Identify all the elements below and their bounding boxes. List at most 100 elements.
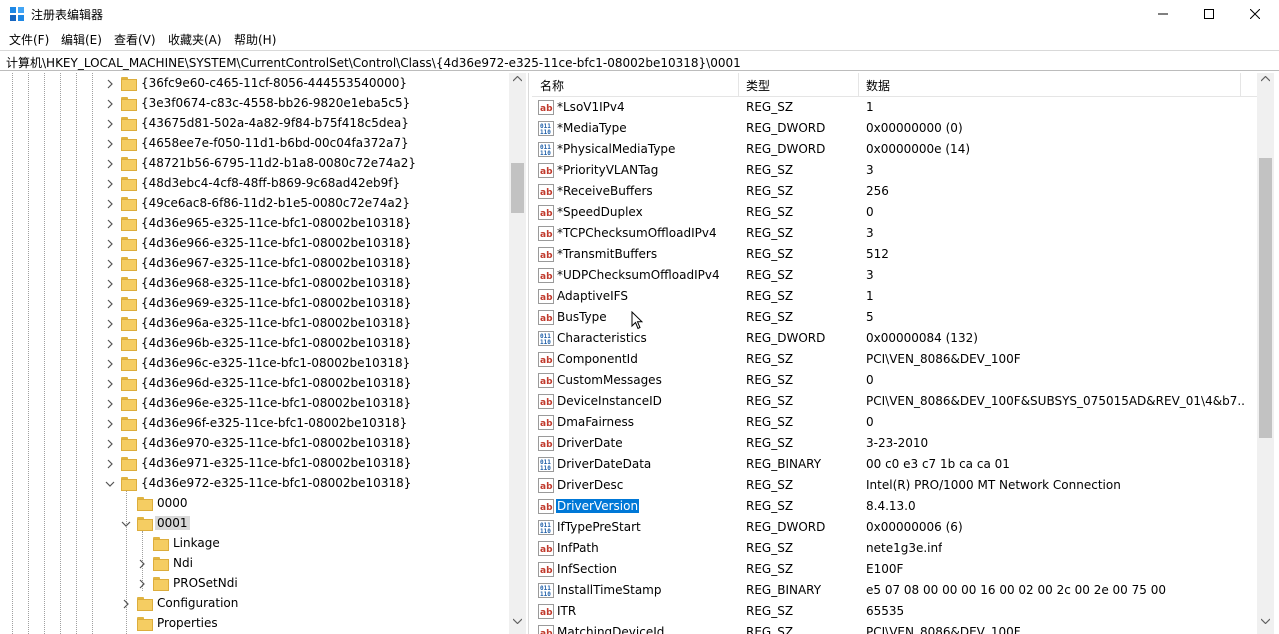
tree-key-label[interactable]: {4d36e96b-e325-11ce-bfc1-08002be10318} — [139, 336, 413, 350]
chevron-right-icon[interactable] — [105, 399, 115, 409]
chevron-right-icon[interactable] — [105, 99, 115, 109]
tree-key-label[interactable]: {4d36e970-e325-11ce-bfc1-08002be10318} — [139, 436, 413, 450]
column-divider[interactable] — [858, 73, 859, 97]
value-name[interactable]: *SpeedDuplex — [556, 205, 644, 219]
tree-key[interactable]: {49ce6ac8-6f86-11d2-b1e5-0080c72e74a2} — [0, 194, 505, 214]
scroll-up-icon[interactable] — [513, 76, 522, 82]
tree-key[interactable]: {4d36e965-e325-11ce-bfc1-08002be10318} — [0, 214, 505, 234]
chevron-down-icon[interactable] — [105, 479, 115, 489]
tree-key-label[interactable]: {4d36e96a-e325-11ce-bfc1-08002be10318} — [139, 316, 413, 330]
value-name[interactable]: *TCPChecksumOffloadIPv4 — [556, 226, 718, 240]
tree-key[interactable]: {4d36e966-e325-11ce-bfc1-08002be10318} — [0, 234, 505, 254]
menu-file[interactable]: 文件(F) — [9, 31, 49, 48]
value-name[interactable]: IfTypePreStart — [556, 520, 642, 534]
value-name[interactable]: DeviceInstanceID — [556, 394, 663, 408]
column-header-name[interactable]: 名称 — [540, 77, 564, 94]
value-row[interactable]: ab DriverVersion REG_SZ 8.4.13.0 — [532, 496, 1257, 517]
tree-key-label[interactable]: {4d36e971-e325-11ce-bfc1-08002be10318} — [139, 456, 413, 470]
tree-key-label[interactable]: {4d36e965-e325-11ce-bfc1-08002be10318} — [139, 216, 413, 230]
tree-subkey[interactable]: Configuration — [0, 594, 505, 614]
tree-key[interactable]: {4d36e968-e325-11ce-bfc1-08002be10318} — [0, 274, 505, 294]
value-row[interactable]: ab DriverDesc REG_SZ Intel(R) PRO/1000 MT N… — [532, 475, 1257, 496]
column-header-type[interactable]: 类型 — [746, 77, 770, 94]
chevron-right-icon[interactable] — [105, 79, 115, 89]
tree-key[interactable]: {4d36e96a-e325-11ce-bfc1-08002be10318} — [0, 314, 505, 334]
address-bar[interactable]: 计算机\HKEY_LOCAL_MACHINE\SYSTEM\CurrentCon… — [0, 50, 1279, 71]
value-row[interactable]: ab ComponentId REG_SZ PCI\VEN_8086&DEV_100F — [532, 349, 1257, 370]
chevron-right-icon[interactable] — [105, 299, 115, 309]
value-row[interactable]: 011 110 *MediaType REG_DWORD 0x00000000 (0) — [532, 118, 1257, 139]
chevron-right-icon[interactable] — [105, 279, 115, 289]
value-row[interactable]: ab DeviceInstanceID REG_SZ PCI\VEN_8086&DEV… — [532, 391, 1257, 412]
value-name[interactable]: ComponentId — [556, 352, 639, 366]
scroll-up-icon[interactable] — [1261, 76, 1270, 82]
tree-key[interactable]: {3e3f0674-c83c-4558-bb26-9820e1eba5c5} — [0, 94, 505, 114]
tree-key-label[interactable]: {4d36e96e-e325-11ce-bfc1-08002be10318} — [139, 396, 413, 410]
value-name[interactable]: ITR — [556, 604, 577, 618]
value-row[interactable]: ab *SpeedDuplex REG_SZ 0 — [532, 202, 1257, 223]
value-row[interactable]: ab *PriorityVLANTag REG_SZ 3 — [532, 160, 1257, 181]
tree-key-label[interactable]: Linkage — [171, 536, 222, 550]
value-name[interactable]: *PriorityVLANTag — [556, 163, 659, 177]
address-path[interactable]: 计算机\HKEY_LOCAL_MACHINE\SYSTEM\CurrentCon… — [6, 54, 741, 71]
tree-subkey[interactable]: 0001 — [0, 514, 505, 534]
chevron-right-icon[interactable] — [137, 559, 147, 569]
tree-key[interactable]: {4658ee7e-f050-11d1-b6bd-00c04fa372a7} — [0, 134, 505, 154]
value-row[interactable]: 011 110 *PhysicalMediaType REG_DWORD 0x00000… — [532, 139, 1257, 160]
tree-subkey[interactable]: Properties — [0, 614, 505, 634]
value-row[interactable]: ab InfPath REG_SZ nete1g3e.inf — [532, 538, 1257, 559]
chevron-right-icon[interactable] — [105, 339, 115, 349]
value-row[interactable]: ab *ReceiveBuffers REG_SZ 256 — [532, 181, 1257, 202]
value-name[interactable]: *TransmitBuffers — [556, 247, 658, 261]
tree-key[interactable]: {4d36e971-e325-11ce-bfc1-08002be10318} — [0, 454, 505, 474]
chevron-right-icon[interactable] — [105, 379, 115, 389]
tree-key[interactable]: {4d36e96f-e325-11ce-bfc1-08002be10318} — [0, 414, 505, 434]
tree-key-label[interactable]: {4d36e966-e325-11ce-bfc1-08002be10318} — [139, 236, 413, 250]
value-name[interactable]: CustomMessages — [556, 373, 663, 387]
tree-key-label[interactable]: {4658ee7e-f050-11d1-b6bd-00c04fa372a7} — [139, 136, 411, 150]
value-name[interactable]: DriverDateData — [556, 457, 652, 471]
chevron-right-icon[interactable] — [105, 119, 115, 129]
value-name[interactable]: DriverVersion — [554, 498, 641, 514]
value-row[interactable]: ab InfSection REG_SZ E100F — [532, 559, 1257, 580]
tree-child-key[interactable]: Ndi — [0, 554, 505, 574]
tree-key-label[interactable]: 0000 — [155, 496, 190, 510]
value-name[interactable]: InfPath — [556, 541, 600, 555]
value-name[interactable]: *MediaType — [556, 121, 628, 135]
value-row[interactable]: ab AdaptiveIFS REG_SZ 1 — [532, 286, 1257, 307]
tree-key[interactable]: {48721b56-6795-11d2-b1a8-0080c72e74a2} — [0, 154, 505, 174]
tree-key-label[interactable]: {43675d81-502a-4a82-9f84-b75f418c5dea} — [139, 116, 411, 130]
value-name[interactable]: BusType — [556, 310, 608, 324]
scroll-down-icon[interactable] — [1261, 618, 1270, 624]
scroll-down-icon[interactable] — [513, 618, 522, 624]
value-name[interactable]: DriverDate — [556, 436, 624, 450]
value-row[interactable]: ab MatchingDeviceId REG_SZ PCI\VEN_8086&DEV… — [532, 622, 1257, 634]
column-divider[interactable] — [1240, 73, 1241, 97]
value-row[interactable]: 011 110 InstallTimeStamp REG_BINARY e5 07 08… — [532, 580, 1257, 601]
column-divider[interactable] — [738, 73, 739, 97]
tree-key[interactable]: {4d36e969-e325-11ce-bfc1-08002be10318} — [0, 294, 505, 314]
tree-child-key[interactable]: Linkage — [0, 534, 505, 554]
chevron-right-icon[interactable] — [121, 599, 131, 609]
column-header-data[interactable]: 数据 — [866, 77, 890, 94]
tree-key[interactable]: {4d36e96b-e325-11ce-bfc1-08002be10318} — [0, 334, 505, 354]
tree-key-label[interactable]: {48d3ebc4-4cf8-48ff-b869-9c68ad42eb9f} — [139, 176, 402, 190]
tree-key-label[interactable]: {3e3f0674-c83c-4558-bb26-9820e1eba5c5} — [139, 96, 412, 110]
tree-key-label[interactable]: {4d36e96f-e325-11ce-bfc1-08002be10318} — [139, 416, 409, 430]
chevron-right-icon[interactable] — [105, 219, 115, 229]
value-row[interactable]: 011 110 Characteristics REG_DWORD 0x00000084… — [532, 328, 1257, 349]
value-row[interactable]: ab ITR REG_SZ 65535 — [532, 601, 1257, 622]
tree-child-key[interactable]: PROSetNdi — [0, 574, 505, 594]
menu-edit[interactable]: 编辑(E) — [61, 31, 102, 48]
value-row[interactable]: ab *LsoV1IPv4 REG_SZ 1 — [532, 97, 1257, 118]
value-name[interactable]: InfSection — [556, 562, 618, 576]
value-name[interactable]: Characteristics — [556, 331, 648, 345]
chevron-right-icon[interactable] — [105, 159, 115, 169]
list-vertical-scrollbar[interactable] — [1257, 73, 1274, 634]
tree-key-label[interactable]: {4d36e96d-e325-11ce-bfc1-08002be10318} — [139, 376, 413, 390]
chevron-right-icon[interactable] — [105, 179, 115, 189]
tree-subkey[interactable]: 0000 — [0, 494, 505, 514]
tree-scroll-thumb[interactable] — [511, 163, 524, 213]
value-row[interactable]: ab *TransmitBuffers REG_SZ 512 — [532, 244, 1257, 265]
value-name[interactable]: AdaptiveIFS — [556, 289, 629, 303]
